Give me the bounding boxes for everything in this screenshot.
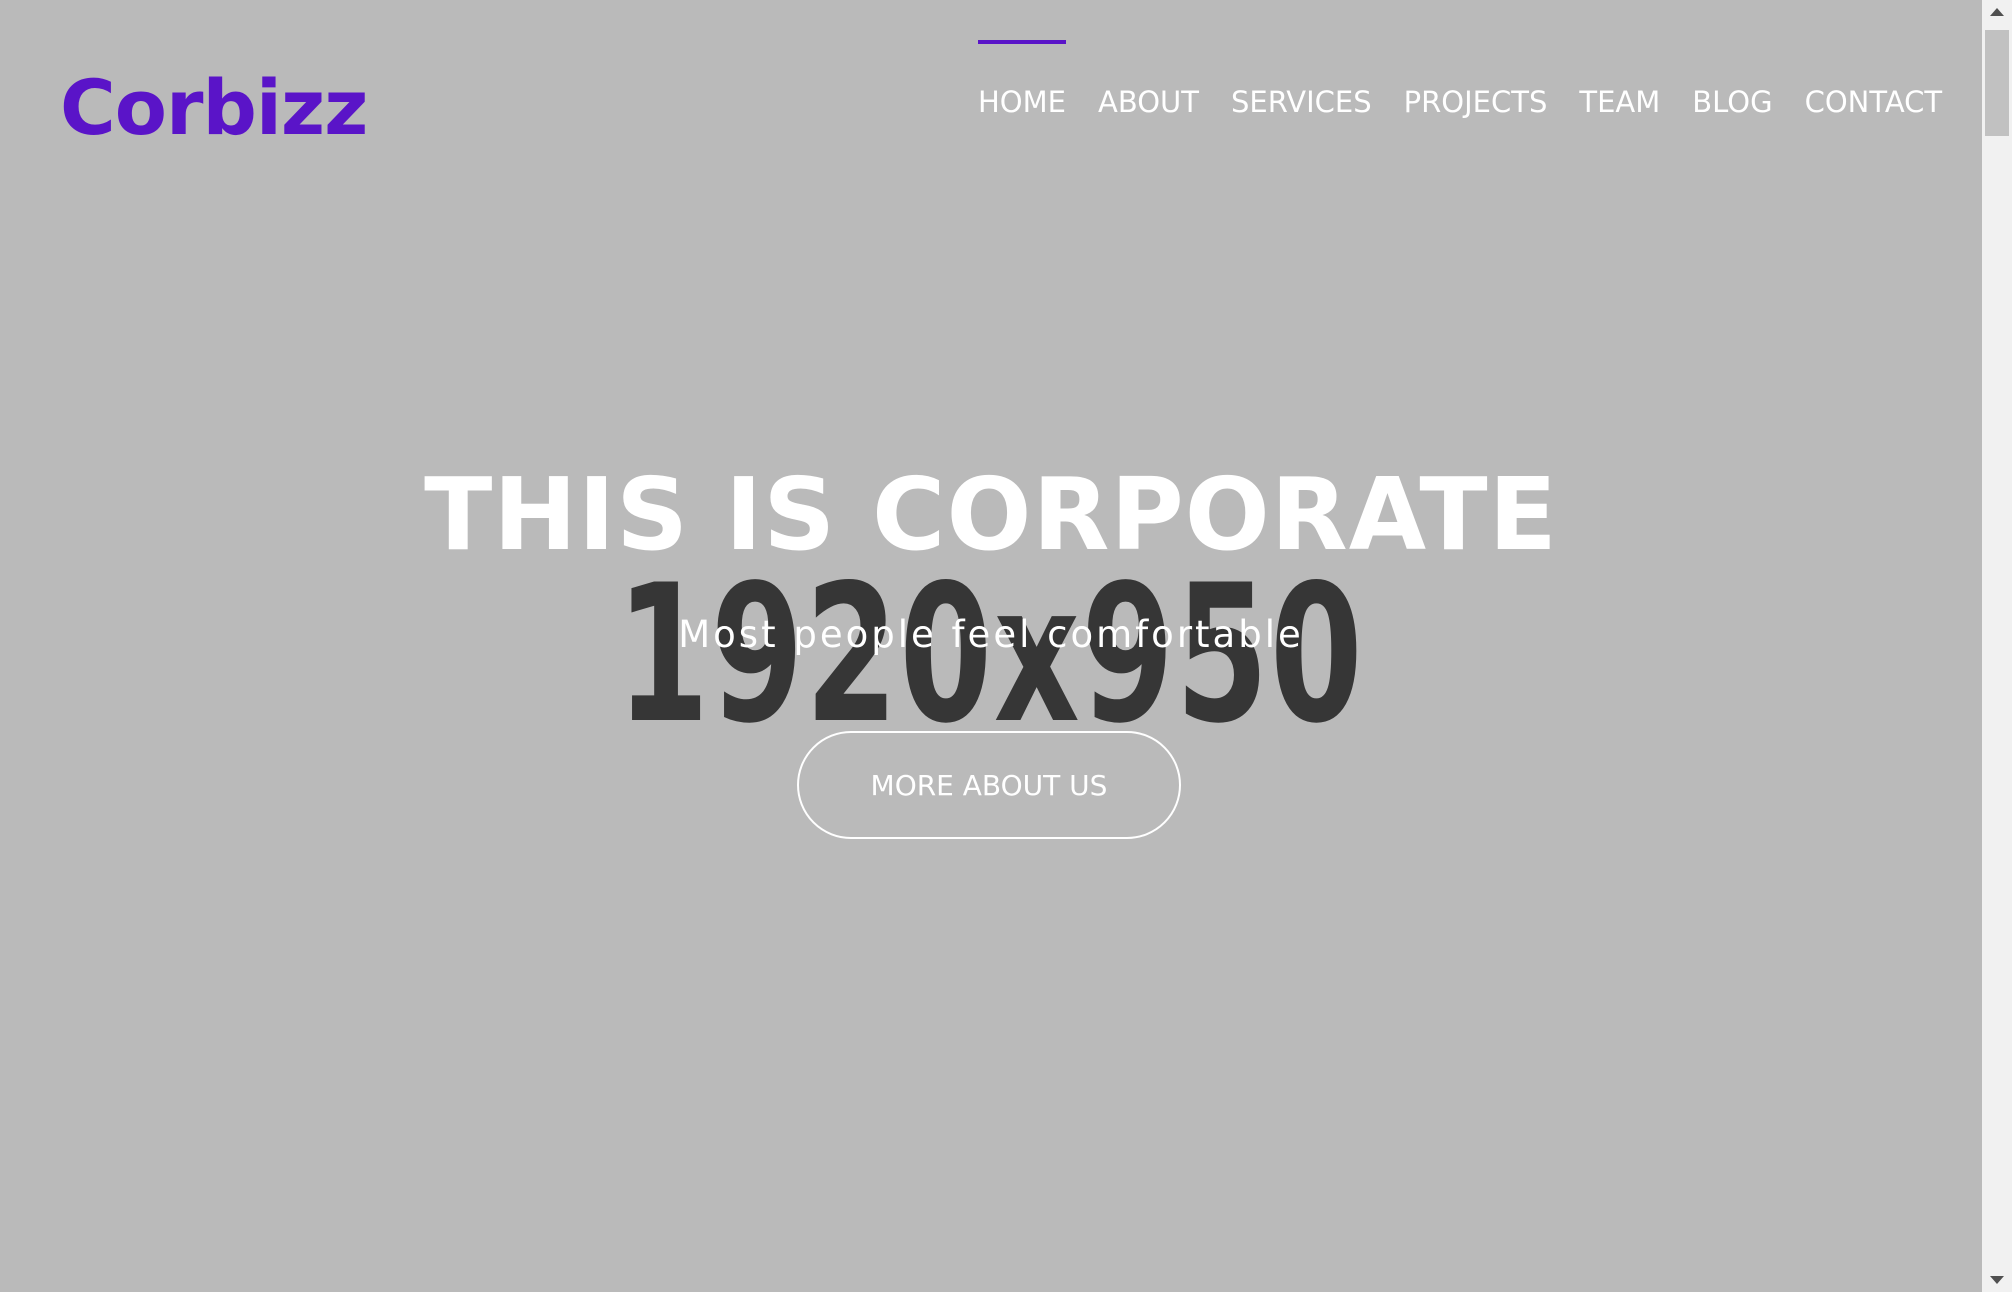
hero-title: THIS IS CORPORATE xyxy=(424,456,1558,573)
vertical-scrollbar[interactable] xyxy=(1982,0,2012,1292)
main-nav: HOME ABOUT SERVICES PROJECTS TEAM BLOG C… xyxy=(978,40,1942,122)
brand-logo[interactable]: Corbizz xyxy=(60,60,368,155)
nav-item-blog[interactable]: BLOG xyxy=(1692,40,1772,122)
nav-item-about[interactable]: ABOUT xyxy=(1098,40,1199,122)
more-about-us-button[interactable]: MORE ABOUT US xyxy=(797,731,1181,839)
hero-subtitle: Most people feel comfortable xyxy=(678,613,1304,656)
hero-section: Corbizz HOME ABOUT SERVICES PROJECTS TEA… xyxy=(0,0,1982,1292)
nav-item-projects[interactable]: PROJECTS xyxy=(1404,40,1548,122)
nav-item-home[interactable]: HOME xyxy=(978,40,1066,122)
nav-item-contact[interactable]: CONTACT xyxy=(1805,40,1943,122)
scrollbar-thumb[interactable] xyxy=(1985,30,2009,136)
scroll-down-icon[interactable] xyxy=(1990,1276,2004,1284)
nav-item-services[interactable]: SERVICES xyxy=(1231,40,1372,122)
scroll-up-icon[interactable] xyxy=(1990,8,2004,16)
nav-item-team[interactable]: TEAM xyxy=(1579,40,1660,122)
